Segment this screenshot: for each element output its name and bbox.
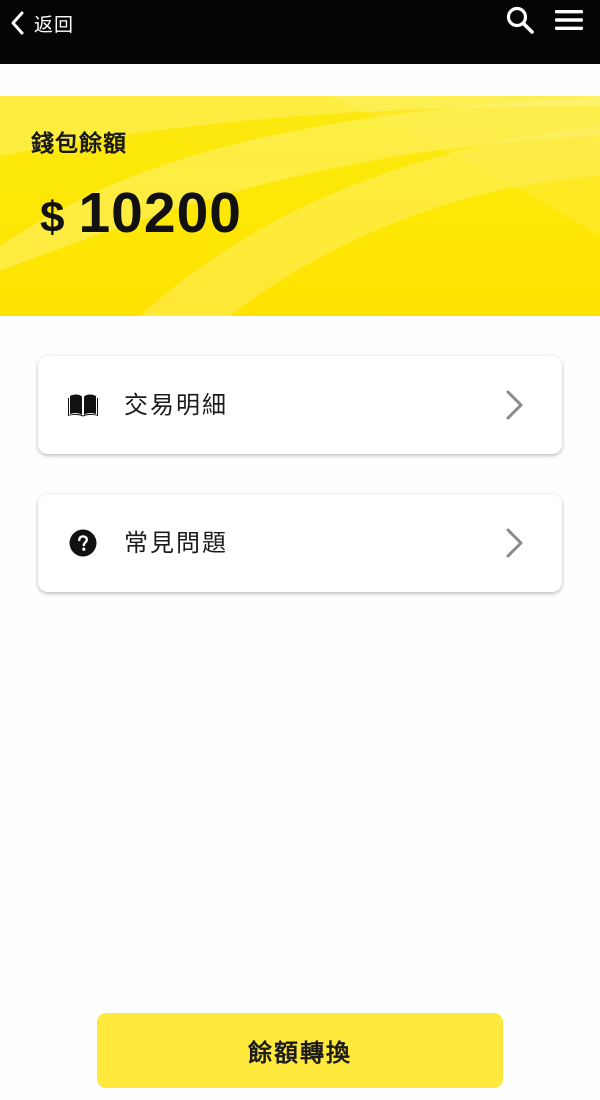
chevron-left-icon	[8, 10, 28, 36]
balance-convert-button[interactable]: 餘額轉換	[97, 1013, 503, 1088]
transaction-details-label: 交易明細	[124, 391, 228, 419]
search-button[interactable]	[502, 4, 538, 40]
balance-value: 10200	[78, 181, 242, 245]
back-label: 返回	[34, 13, 75, 36]
wallet-screen: 返回 錢包餘額 $ 10200 交易明細 常見問題 餘額轉換	[0, 0, 600, 1100]
back-button[interactable]: 返回	[8, 6, 74, 40]
transaction-details-item[interactable]: 交易明細	[38, 356, 562, 454]
currency-symbol: $	[40, 193, 65, 242]
book-icon	[68, 390, 98, 420]
chevron-right-icon	[504, 389, 524, 425]
chevron-right-icon	[504, 527, 524, 563]
balance-banner: 錢包餘額 $ 10200	[0, 96, 600, 316]
top-bar: 返回	[0, 0, 600, 64]
menu-icon	[554, 7, 584, 37]
wallet-balance-amount: $ 10200	[40, 180, 242, 246]
faq-label: 常見問題	[124, 529, 228, 557]
wallet-balance-label: 錢包餘額	[31, 131, 127, 157]
question-circle-icon	[68, 528, 98, 558]
faq-item[interactable]: 常見問題	[38, 494, 562, 592]
menu-button[interactable]	[551, 4, 587, 40]
search-icon	[505, 5, 535, 39]
